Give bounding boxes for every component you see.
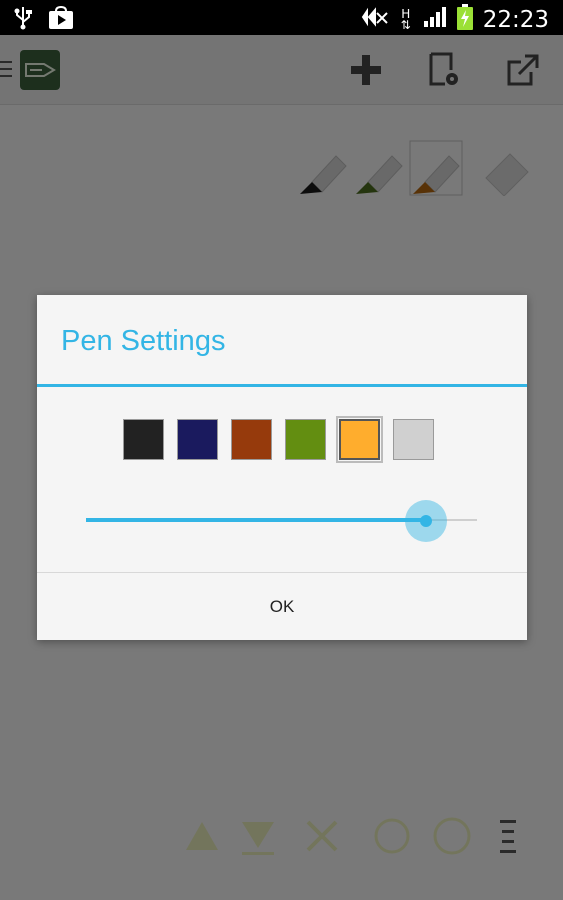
color-swatch-black[interactable] — [123, 419, 164, 460]
cell-signal-icon — [423, 6, 447, 33]
network-type-indicator: H ⇅ — [400, 6, 411, 32]
status-clock: 22:23 — [482, 6, 549, 33]
battery-charging-icon — [456, 4, 473, 35]
network-type-label: H — [401, 6, 411, 21]
slider-thumb[interactable] — [405, 500, 447, 542]
signal-muted-icon — [361, 7, 389, 32]
status-bar: H ⇅ 22:23 — [0, 0, 563, 35]
title-divider — [37, 384, 527, 387]
color-swatch-gray[interactable] — [393, 419, 434, 460]
play-store-icon — [48, 5, 74, 35]
color-swatch-green[interactable] — [285, 419, 326, 460]
color-swatch-orange[interactable] — [339, 419, 380, 460]
ok-button[interactable]: OK — [37, 573, 527, 640]
color-swatch-navy[interactable] — [177, 419, 218, 460]
dialog-title: Pen Settings — [61, 325, 226, 357]
pen-settings-dialog: Pen Settings OK — [37, 295, 527, 640]
usb-icon — [14, 6, 32, 35]
color-swatch-brown[interactable] — [231, 419, 272, 460]
slider-thumb-dot — [420, 515, 432, 527]
slider-fill — [86, 518, 426, 522]
